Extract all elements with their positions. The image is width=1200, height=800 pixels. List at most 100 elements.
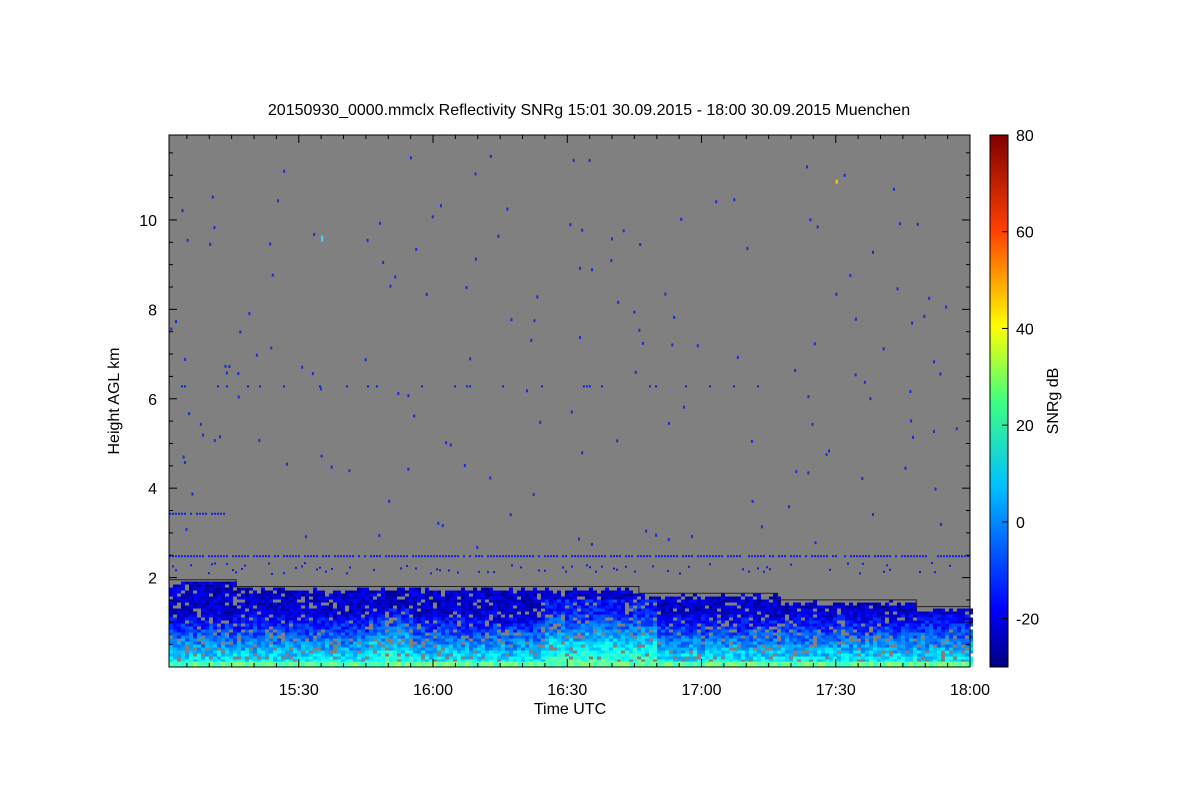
heat-cell [921,632,925,636]
heat-cell [421,647,425,651]
heat-cell [837,653,841,657]
heat-cell-surface [641,661,645,667]
heat-cell [521,638,525,642]
heat-cell [565,599,569,603]
heat-cell [193,617,197,621]
heat-cell [353,599,357,603]
heat-cell [593,611,597,615]
heat-cell [509,617,513,621]
heat-cell [549,635,553,639]
heat-cell [637,593,641,597]
heat-cell [961,638,965,642]
heat-cell [465,608,469,612]
heat-cell [521,602,525,606]
heat-cell [413,638,417,642]
heat-cell [673,596,677,600]
heat-cell [857,656,861,660]
heat-cell [693,602,697,606]
heat-cell [361,587,365,591]
heat-cell [809,617,813,621]
noise-speckle [382,260,385,264]
noise-speckle [590,542,593,546]
noise-band-dot [511,555,513,558]
heat-cell [857,641,861,645]
heat-cell [349,608,353,612]
heat-cell [437,605,441,609]
heat-cell [937,614,941,618]
heat-cell [885,632,889,636]
heat-cell [897,614,901,618]
heat-cell [841,638,845,642]
heat-cell-surface [465,661,469,667]
heat-cell [329,596,333,600]
heat-cell [293,623,297,627]
heat-cell [729,623,733,627]
heat-cell [925,614,929,618]
heat-cell [365,635,369,639]
heat-cell [317,596,321,600]
heat-cell [477,596,481,600]
heat-cell [225,614,229,618]
heat-cell [245,644,249,648]
heat-cell [417,644,421,648]
heat-cell [525,599,529,603]
heat-cell [705,641,709,645]
heat-cell [509,596,513,600]
heat-cell [357,614,361,618]
heat-cell [837,623,841,627]
heat-cell [377,605,381,609]
heat-cell-surface [581,661,585,667]
heat-cell [625,629,629,633]
noise-speckle [928,296,931,300]
heat-cell [233,653,237,657]
heat-cell [365,644,369,648]
heat-cell-surface [445,661,449,667]
heat-cell [533,602,537,606]
heat-cell [429,629,433,633]
heat-cell [473,629,477,633]
heat-cell [721,611,725,615]
heat-cell [817,608,821,612]
heat-cell [901,644,905,648]
heat-cell [513,593,517,597]
heat-cell [177,632,181,636]
heat-cell [173,587,177,591]
heat-cell [429,599,433,603]
heat-cell [929,635,933,639]
heat-cell [277,656,281,660]
heat-cell [893,608,897,612]
noise-speckle [539,420,542,424]
heat-cell [805,632,809,636]
heat-cell [413,635,417,639]
heat-cell [653,611,657,615]
heat-cell [917,620,921,624]
heat-cell [837,656,841,660]
heat-cell [685,653,689,657]
heat-cell [449,593,453,597]
heat-cell [929,623,933,627]
heat-cell [625,599,629,603]
heat-cell [277,596,281,600]
heat-cell [313,614,317,618]
noise-speckle [869,397,872,401]
heat-cell [505,614,509,618]
heat-cell [481,635,485,639]
heat-cell-surface [913,661,917,667]
noise-speckle [892,187,895,191]
heat-cell [465,626,469,630]
heat-cell [709,614,713,618]
heat-cell [457,593,461,597]
noise-band-dot [298,555,300,558]
heat-cell [909,623,913,627]
noise-band-dot [733,555,735,558]
heat-cell [217,602,221,606]
heat-cell [825,632,829,636]
noise-band-dot [370,555,372,558]
heat-cell [473,587,477,591]
heat-cell [205,638,209,642]
heat-cell [613,632,617,636]
heat-cell [673,602,677,606]
heat-cell [561,620,565,624]
heat-cell [837,602,841,606]
heat-cell [241,656,245,660]
